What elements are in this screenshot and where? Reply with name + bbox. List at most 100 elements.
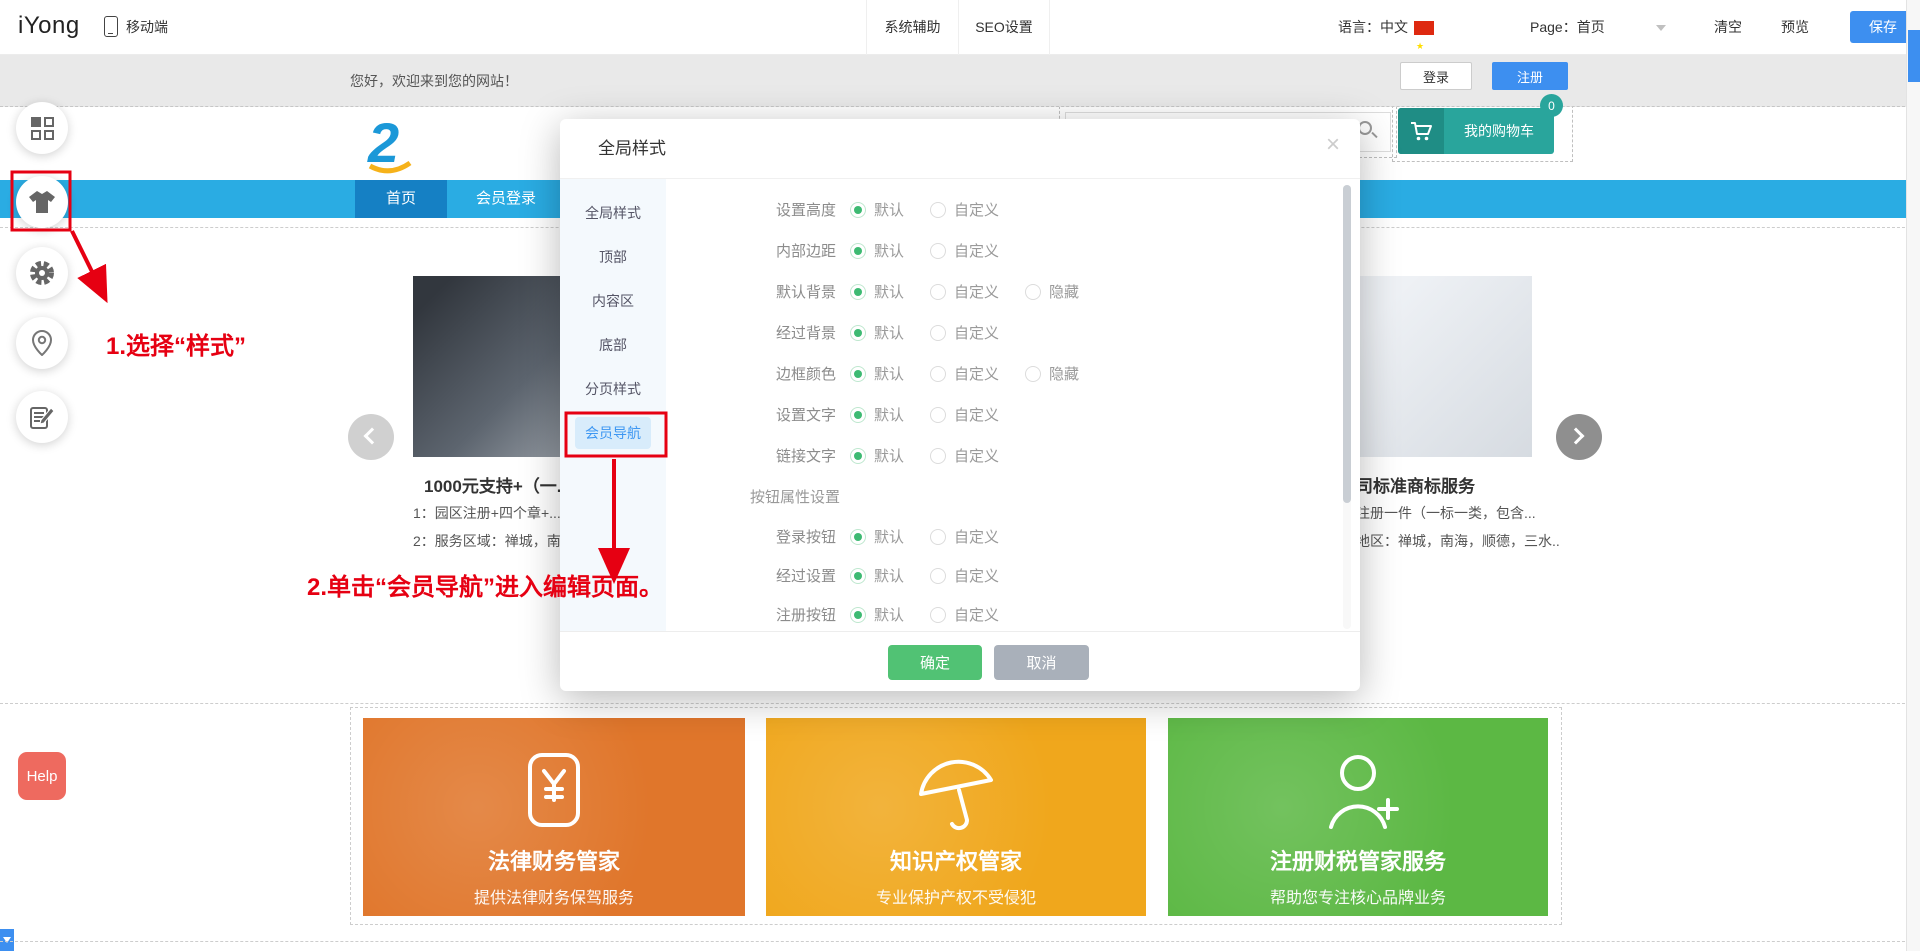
- radio-icon[interactable]: [930, 607, 946, 623]
- product-title[interactable]: 1000元支持+（一...: [424, 472, 571, 497]
- radio-icon[interactable]: [930, 202, 946, 218]
- product-image[interactable]: [1340, 276, 1532, 457]
- radio-icon[interactable]: [850, 448, 866, 464]
- person-plus-icon: [1313, 742, 1403, 840]
- sidebar-item-components[interactable]: [16, 102, 68, 154]
- radio-icon[interactable]: [930, 529, 946, 545]
- option-label: 设置文字: [666, 404, 836, 425]
- preview-button[interactable]: 预览: [1781, 0, 1809, 55]
- scrollbar-thumb[interactable]: [1343, 185, 1351, 503]
- radio-option[interactable]: 隐藏: [1025, 363, 1079, 384]
- radio-option[interactable]: 自定义: [930, 526, 999, 547]
- product-title[interactable]: 司标准商标服务: [1356, 472, 1475, 497]
- clear-button[interactable]: 清空: [1714, 0, 1742, 55]
- mobile-view-toggle[interactable]: 移动端: [104, 16, 168, 37]
- radio-icon[interactable]: [930, 366, 946, 382]
- radio-option[interactable]: 默认: [850, 199, 904, 220]
- seo-settings-menu[interactable]: SEO设置: [958, 0, 1050, 55]
- radio-icon[interactable]: [1025, 366, 1041, 382]
- nav-tab-member-login[interactable]: 会员登录: [447, 180, 565, 218]
- radio-icon[interactable]: [850, 325, 866, 341]
- cancel-button[interactable]: 取消: [994, 645, 1089, 680]
- radio-option[interactable]: 自定义: [930, 322, 999, 343]
- close-icon[interactable]: ×: [1326, 133, 1340, 157]
- sidebar-item-settings[interactable]: [16, 247, 68, 299]
- modal-scrollbar[interactable]: [1343, 185, 1351, 629]
- modal-menu-item-4[interactable]: 分页样式: [560, 367, 666, 411]
- radio-icon[interactable]: [930, 407, 946, 423]
- carousel-prev-button[interactable]: [348, 414, 394, 460]
- radio-option[interactable]: 自定义: [930, 240, 999, 261]
- product-description-line: 注册一件（一标一类，包含...: [1356, 503, 1556, 523]
- radio-option[interactable]: 默认: [850, 565, 904, 586]
- radio-option[interactable]: 默认: [850, 445, 904, 466]
- style-option-row: 经过背景默认自定义: [666, 312, 1342, 353]
- radio-icon[interactable]: [850, 568, 866, 584]
- nav-tab-home[interactable]: 首页: [355, 180, 447, 218]
- search-icon[interactable]: [1358, 121, 1372, 135]
- radio-icon[interactable]: [850, 243, 866, 259]
- radio-icon[interactable]: [930, 325, 946, 341]
- modal-header: 全局样式 ×: [560, 119, 1360, 179]
- radio-icon[interactable]: [850, 366, 866, 382]
- shirt-icon: [28, 190, 56, 214]
- language-selector[interactable]: 语言：中文: [1338, 0, 1434, 55]
- radio-icon[interactable]: [1025, 284, 1041, 300]
- radio-option[interactable]: 默认: [850, 404, 904, 425]
- page-scrollbar[interactable]: [1906, 0, 1920, 951]
- radio-label: 自定义: [954, 565, 999, 586]
- system-helper-menu[interactable]: 系统辅助: [866, 0, 958, 55]
- radio-option[interactable]: 自定义: [930, 199, 999, 220]
- radio-icon[interactable]: [850, 202, 866, 218]
- radio-option[interactable]: 默认: [850, 604, 904, 625]
- modal-menu-item-1[interactable]: 顶部: [560, 235, 666, 279]
- location-pin-icon: [31, 330, 53, 356]
- site-logo: 2: [352, 108, 424, 185]
- confirm-button[interactable]: 确定: [888, 645, 982, 680]
- login-button[interactable]: 登录: [1400, 62, 1472, 90]
- modal-menu-item-2[interactable]: 内容区: [560, 279, 666, 323]
- radio-label: 默认: [874, 565, 904, 586]
- cart-button[interactable]: 我的购物车: [1398, 108, 1554, 154]
- radio-icon[interactable]: [930, 284, 946, 300]
- feature-card-legal-finance[interactable]: 法律财务管家 提供法律财务保驾服务: [363, 718, 745, 916]
- radio-option[interactable]: 默认: [850, 363, 904, 384]
- radio-option[interactable]: 自定义: [930, 565, 999, 586]
- sidebar-item-edit[interactable]: [16, 391, 68, 443]
- modal-menu-item-0[interactable]: 全局样式: [560, 191, 666, 235]
- help-button[interactable]: Help: [18, 752, 66, 800]
- radio-icon[interactable]: [930, 448, 946, 464]
- sidebar-item-style[interactable]: [16, 176, 68, 228]
- radio-option[interactable]: 自定义: [930, 281, 999, 302]
- cart-count-badge: 0: [1540, 94, 1563, 117]
- radio-option[interactable]: 默认: [850, 322, 904, 343]
- mobile-label: 移动端: [126, 17, 168, 37]
- radio-icon[interactable]: [930, 568, 946, 584]
- radio-icon[interactable]: [930, 243, 946, 259]
- radio-icon[interactable]: [850, 529, 866, 545]
- radio-option[interactable]: 自定义: [930, 445, 999, 466]
- radio-option[interactable]: 默认: [850, 240, 904, 261]
- modal-menu-item-3[interactable]: 底部: [560, 323, 666, 367]
- scroll-down-arrow[interactable]: [0, 929, 14, 951]
- radio-icon[interactable]: [850, 607, 866, 623]
- radio-icon[interactable]: [850, 407, 866, 423]
- radio-icon[interactable]: [850, 284, 866, 300]
- feature-card-ip[interactable]: 知识产权管家 专业保护产权不受侵犯: [766, 718, 1146, 916]
- radio-option[interactable]: 隐藏: [1025, 281, 1079, 302]
- register-button[interactable]: 注册: [1492, 62, 1568, 90]
- page-selector[interactable]: Page：首页: [1530, 0, 1605, 55]
- carousel-next-button[interactable]: [1556, 414, 1602, 460]
- feature-card-tax[interactable]: 注册财税管家服务 帮助您专注核心品牌业务: [1168, 718, 1548, 916]
- radio-option[interactable]: 自定义: [930, 604, 999, 625]
- chevron-down-icon[interactable]: [1656, 25, 1666, 31]
- radio-option[interactable]: 自定义: [930, 404, 999, 425]
- scrollbar-thumb[interactable]: [1908, 30, 1920, 82]
- radio-option[interactable]: 默认: [850, 526, 904, 547]
- radio-option[interactable]: 自定义: [930, 363, 999, 384]
- sidebar-item-location[interactable]: [16, 317, 68, 369]
- modal-menu-item-5[interactable]: 会员导航: [560, 411, 666, 455]
- logo-graphic: 2: [352, 108, 424, 180]
- radio-option[interactable]: 默认: [850, 281, 904, 302]
- modal-footer: 确定 取消: [560, 631, 1360, 691]
